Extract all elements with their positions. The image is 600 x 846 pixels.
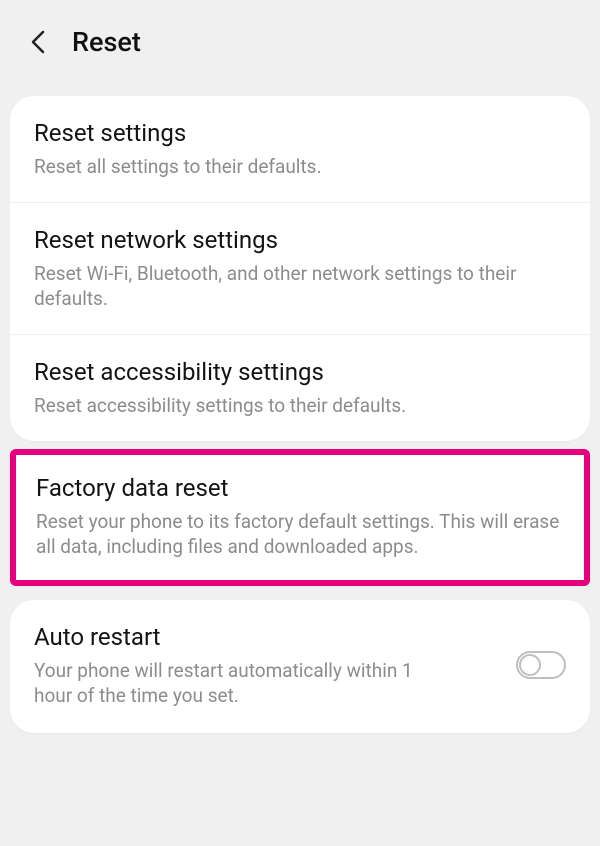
reset-network-settings-item[interactable]: Reset network settings Reset Wi-Fi, Blue… xyxy=(10,202,590,334)
item-desc: Reset your phone to its factory default … xyxy=(36,509,564,560)
auto-restart-card: Auto restart Your phone will restart aut… xyxy=(10,600,590,733)
auto-restart-text: Auto restart Your phone will restart aut… xyxy=(34,622,500,709)
factory-data-reset-card: Factory data reset Reset your phone to i… xyxy=(10,449,590,586)
item-desc: Your phone will restart automatically wi… xyxy=(34,658,414,709)
item-title: Reset settings xyxy=(34,118,566,148)
item-title: Reset network settings xyxy=(34,225,566,255)
item-title: Auto restart xyxy=(34,622,500,652)
reset-options-card: Reset settings Reset all settings to the… xyxy=(10,96,590,441)
item-desc: Reset Wi-Fi, Bluetooth, and other networ… xyxy=(34,261,566,312)
item-desc: Reset accessibility settings to their de… xyxy=(34,393,566,419)
factory-data-reset-item[interactable]: Factory data reset Reset your phone to i… xyxy=(16,455,584,580)
auto-restart-toggle[interactable] xyxy=(516,651,566,679)
item-title: Reset accessibility settings xyxy=(34,357,566,387)
item-desc: Reset all settings to their defaults. xyxy=(34,154,566,180)
reset-settings-item[interactable]: Reset settings Reset all settings to the… xyxy=(10,96,590,202)
reset-accessibility-settings-item[interactable]: Reset accessibility settings Reset acces… xyxy=(10,334,590,441)
item-title: Factory data reset xyxy=(36,473,564,503)
page-title: Reset xyxy=(72,26,141,58)
header: Reset xyxy=(0,0,600,78)
back-icon[interactable] xyxy=(26,29,52,55)
